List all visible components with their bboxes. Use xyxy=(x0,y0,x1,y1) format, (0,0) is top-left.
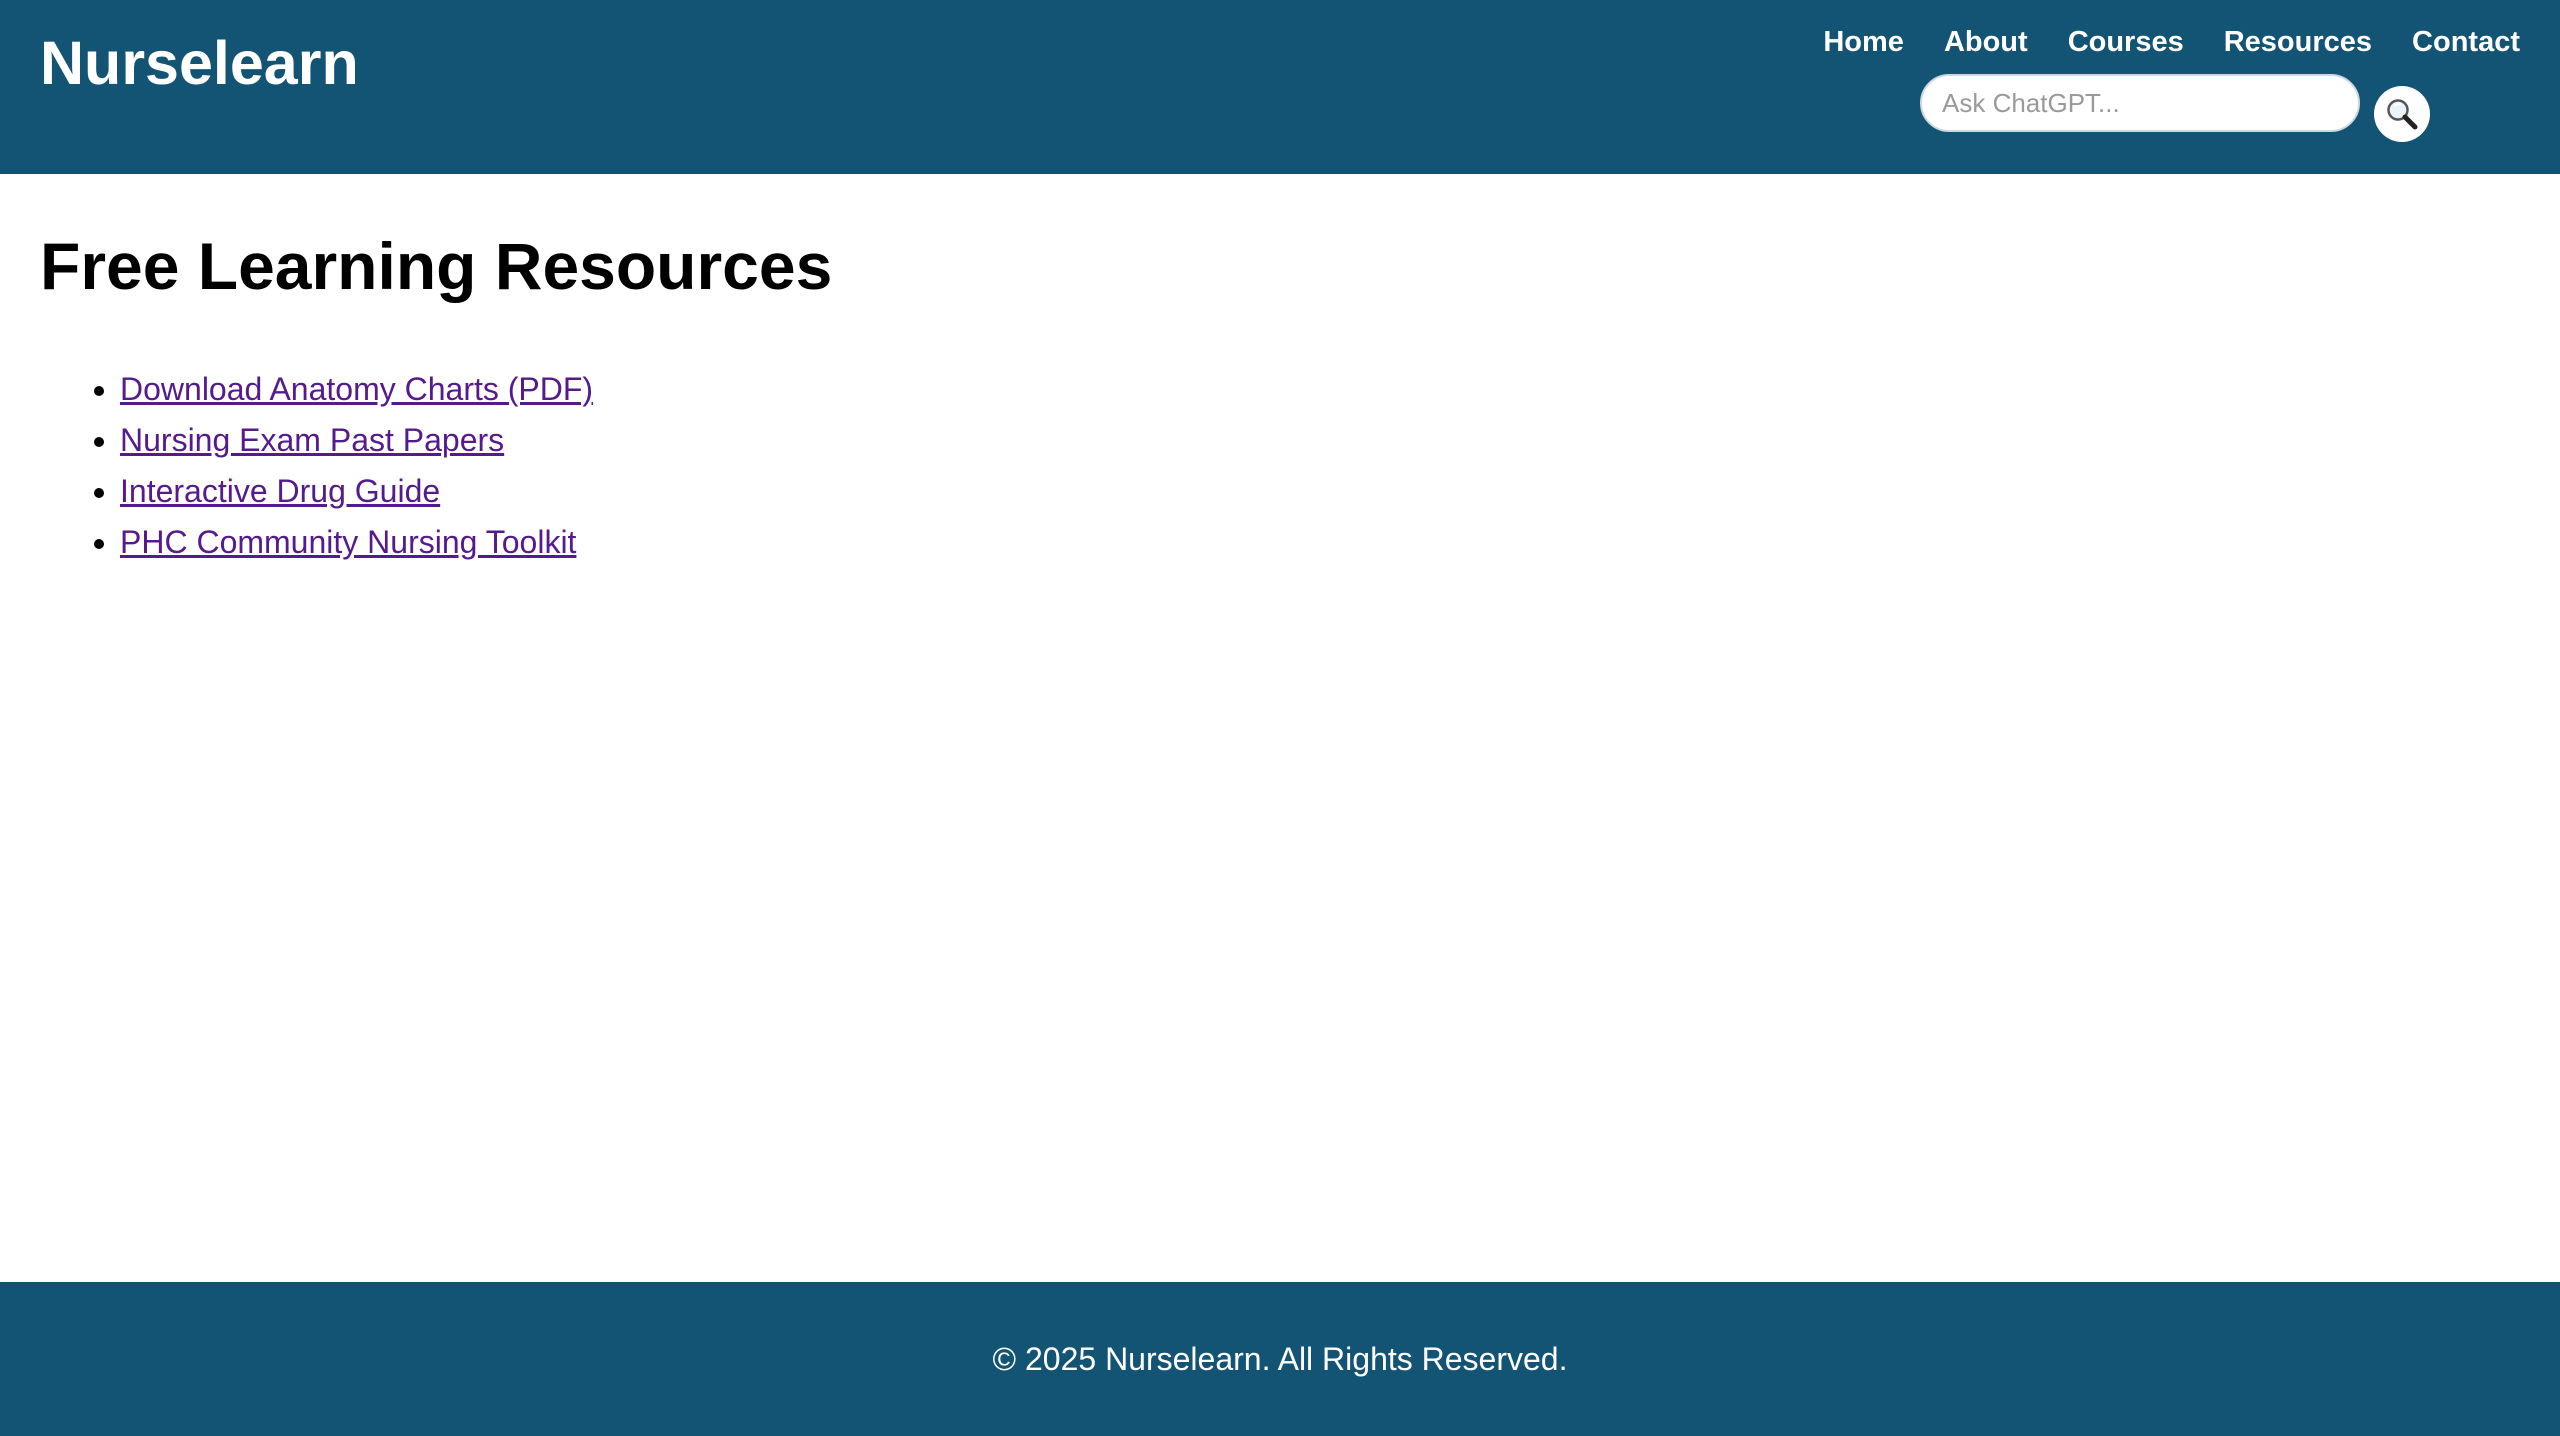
nav-link-courses[interactable]: Courses xyxy=(2068,22,2184,62)
copyright-text: © 2025 Nurselearn. All Rights Reserved. xyxy=(992,1341,1568,1377)
site-header: Nurselearn Home About Courses Resources … xyxy=(0,0,2560,174)
search-icon xyxy=(2384,96,2420,132)
chat-search-input[interactable] xyxy=(1920,74,2360,132)
nav-link-contact[interactable]: Contact xyxy=(2412,22,2520,62)
nav-link-resources[interactable]: Resources xyxy=(2224,22,2372,62)
list-item: Interactive Drug Guide xyxy=(120,466,593,517)
nav-link-about[interactable]: About xyxy=(1944,22,2028,62)
resource-list: Download Anatomy Charts (PDF) Nursing Ex… xyxy=(40,364,593,568)
site-footer: © 2025 Nurselearn. All Rights Reserved. xyxy=(0,1282,2560,1436)
page-title: Free Learning Resources xyxy=(40,229,833,303)
list-item: PHC Community Nursing Toolkit xyxy=(120,517,593,568)
resource-link-drug-guide[interactable]: Interactive Drug Guide xyxy=(120,473,440,509)
resource-link-exam-past-papers[interactable]: Nursing Exam Past Papers xyxy=(120,422,504,458)
resource-link-phc-toolkit[interactable]: PHC Community Nursing Toolkit xyxy=(120,524,576,560)
search-button[interactable] xyxy=(2374,86,2430,142)
list-item: Nursing Exam Past Papers xyxy=(120,415,593,466)
site-logo[interactable]: Nurselearn xyxy=(40,24,359,102)
list-item: Download Anatomy Charts (PDF) xyxy=(120,364,593,415)
main-content: Free Learning Resources Download Anatomy… xyxy=(0,174,2560,1282)
resource-link-anatomy-charts[interactable]: Download Anatomy Charts (PDF) xyxy=(120,371,593,407)
page: Nurselearn Home About Courses Resources … xyxy=(0,0,2560,1436)
nav-link-home[interactable]: Home xyxy=(1823,22,1904,62)
main-nav: Home About Courses Resources Contact xyxy=(1823,22,2520,62)
